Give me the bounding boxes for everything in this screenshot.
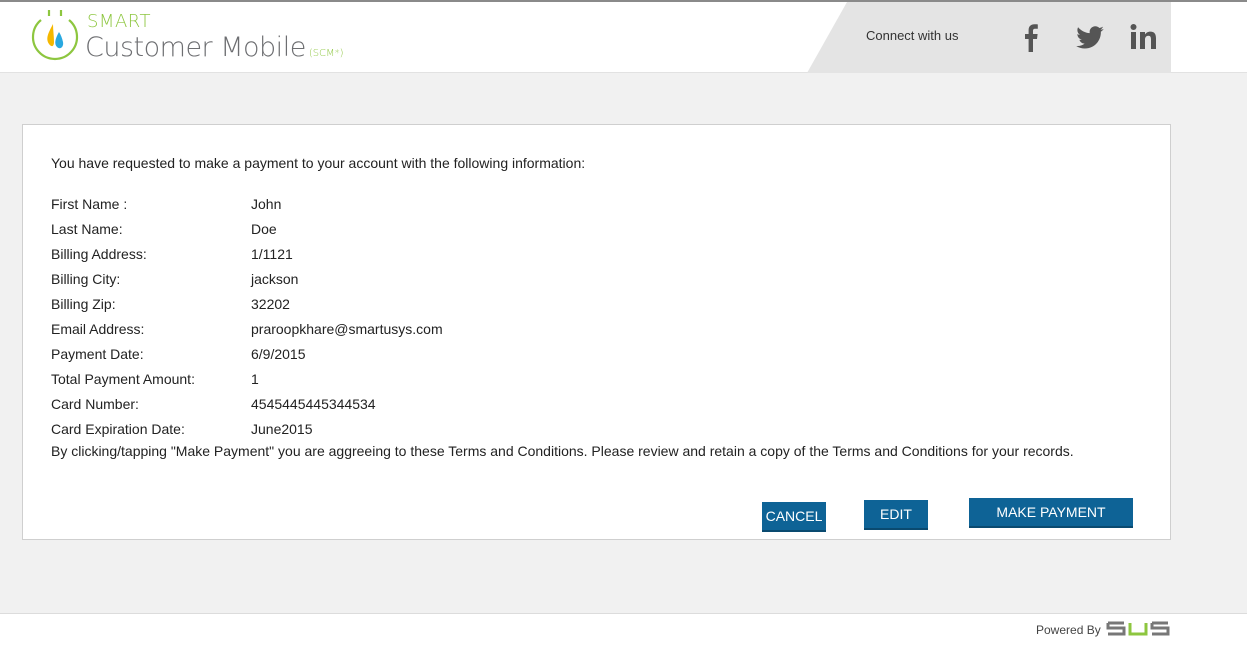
payment-details: First Name : John Last Name: Doe Billing… <box>51 191 443 441</box>
detail-value: 32202 <box>251 295 290 312</box>
detail-value: Doe <box>251 220 277 237</box>
logo-suffix: (SCM*) <box>308 48 344 59</box>
detail-row-last-name: Last Name: Doe <box>51 216 443 241</box>
detail-label: Total Payment Amount: <box>51 370 195 387</box>
cancel-button[interactable]: CANCEL <box>762 502 826 532</box>
logo-smart-text: SMART <box>87 11 151 32</box>
logo-title: Customer Mobile (SCM*) <box>85 32 344 63</box>
facebook-icon[interactable] <box>1023 22 1039 52</box>
edit-button[interactable]: EDIT <box>864 500 928 530</box>
detail-value: 6/9/2015 <box>251 345 306 362</box>
detail-label: First Name : <box>51 195 128 212</box>
detail-value: John <box>251 195 282 212</box>
payment-confirmation-card: You have requested to make a payment to … <box>22 124 1171 540</box>
detail-label: Billing Address: <box>51 245 147 262</box>
detail-row-email: Email Address: praroopkhare@smartusys.co… <box>51 316 443 341</box>
detail-row-card-number: Card Number: 4545445445344534 <box>51 391 443 416</box>
linkedin-icon[interactable] <box>1130 22 1158 52</box>
detail-row-card-expiration: Card Expiration Date: June2015 <box>51 416 443 441</box>
detail-label: Card Number: <box>51 395 139 412</box>
detail-value: praroopkhare@smartusys.com <box>251 320 443 337</box>
detail-value: 1 <box>251 370 259 387</box>
sus-logo <box>1106 621 1170 636</box>
detail-row-total-amount: Total Payment Amount: 1 <box>51 366 443 391</box>
footer: Powered By <box>0 613 1247 645</box>
detail-row-payment-date: Payment Date: 6/9/2015 <box>51 341 443 366</box>
header: SMART Customer Mobile (SCM*) Connect with… <box>0 2 1247 73</box>
detail-label: Billing Zip: <box>51 295 116 312</box>
detail-row-billing-address: Billing Address: 1/1121 <box>51 241 443 266</box>
detail-value: 1/1121 <box>251 245 293 262</box>
social-band-bg <box>807 2 1171 73</box>
social-band: Connect with us <box>807 2 1171 73</box>
terms-text: By clicking/tapping "Make Payment" you a… <box>51 443 1074 459</box>
detail-value: June2015 <box>251 420 313 437</box>
app-logo[interactable]: SMART Customer Mobile (SCM*) <box>27 8 367 68</box>
detail-value: jackson <box>251 270 299 287</box>
detail-label: Billing City: <box>51 270 121 287</box>
detail-row-billing-city: Billing City: jackson <box>51 266 443 291</box>
logo-title-text: Customer Mobile <box>85 32 306 63</box>
connect-label: Connect with us <box>866 28 959 43</box>
detail-row-first-name: First Name : John <box>51 191 443 216</box>
detail-label: Email Address: <box>51 320 145 337</box>
detail-value: 4545445445344534 <box>251 395 376 412</box>
detail-label: Payment Date: <box>51 345 144 362</box>
plug-drop-logo-icon <box>31 10 79 61</box>
detail-label: Last Name: <box>51 220 123 237</box>
powered-by-label: Powered By <box>1036 623 1101 637</box>
make-payment-button[interactable]: MAKE PAYMENT <box>969 498 1133 528</box>
detail-label: Card Expiration Date: <box>51 420 185 437</box>
intro-text: You have requested to make a payment to … <box>51 155 586 171</box>
twitter-icon[interactable] <box>1075 22 1105 52</box>
detail-row-billing-zip: Billing Zip: 32202 <box>51 291 443 316</box>
